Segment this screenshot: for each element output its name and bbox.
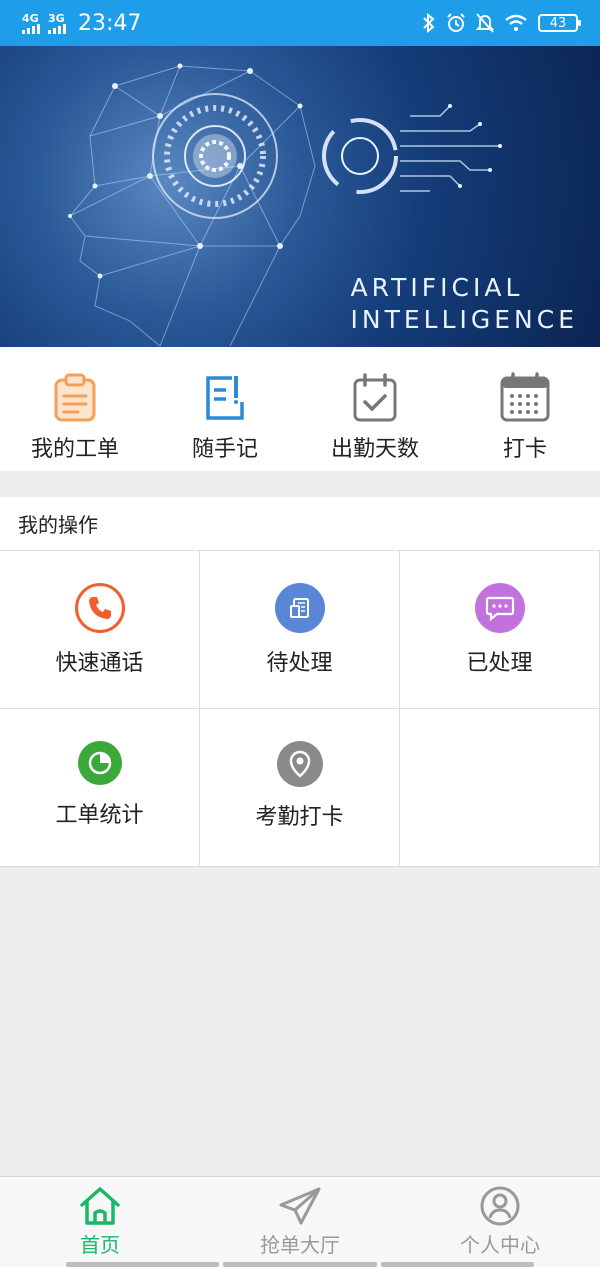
quick-item-notes[interactable]: 随手记 — [150, 347, 300, 471]
operations-grid: 快速通话 待处理 已处理 工单统计 考勤打卡 — [0, 551, 600, 867]
op-order-stats[interactable]: 工单统计 — [0, 709, 200, 867]
banner-caption: ARTIFICIAL INTELLIGENCE — [351, 272, 579, 336]
battery-icon: 43 — [538, 14, 581, 32]
signal-4g-icon: 4G — [22, 13, 40, 34]
quick-item-my-orders[interactable]: 我的工单 — [0, 347, 150, 471]
op-attendance-clock-in[interactable]: 考勤打卡 — [200, 709, 400, 867]
nav-label: 个人中心 — [460, 1233, 540, 1257]
quick-item-label: 出勤天数 — [330, 437, 419, 462]
quick-item-label: 我的工单 — [30, 437, 119, 462]
nav-order-hall[interactable]: 抢单大厅 — [200, 1177, 400, 1267]
quick-menu: 我的工单 随手记 出勤天数 打卡 — [0, 347, 600, 471]
bottom-nav: 首页 抢单大厅 个人中心 — [0, 1176, 600, 1267]
send-icon — [279, 1187, 321, 1225]
op-label: 已处理 — [466, 651, 533, 676]
wifi-icon — [505, 14, 527, 31]
alarm-icon — [447, 13, 465, 32]
op-label: 快速通话 — [55, 651, 144, 676]
note-edit-icon — [199, 371, 251, 423]
mute-notification-icon — [476, 13, 494, 33]
op-pending[interactable]: 待处理 — [200, 551, 400, 709]
calendar-icon — [499, 371, 551, 423]
network-type-1: 4G — [22, 11, 39, 25]
banner[interactable]: ARTIFICIAL INTELLIGENCE — [0, 46, 600, 347]
banner-line-2: INTELLIGENCE — [350, 305, 578, 334]
location-pin-icon — [276, 741, 323, 787]
nav-label: 首页 — [80, 1233, 120, 1257]
gesture-bar — [0, 1262, 600, 1267]
op-label: 工单统计 — [55, 803, 144, 828]
calendar-check-icon — [349, 371, 401, 423]
clock: 23:47 — [78, 10, 142, 36]
op-label: 考勤打卡 — [255, 805, 344, 830]
home-icon — [80, 1187, 120, 1225]
quick-item-attendance-days[interactable]: 出勤天数 — [300, 347, 450, 471]
bluetooth-icon — [423, 13, 435, 33]
quick-item-label: 随手记 — [191, 437, 258, 462]
pie-chart-icon — [77, 741, 122, 785]
nav-home[interactable]: 首页 — [0, 1177, 200, 1267]
battery-level: 43 — [549, 15, 567, 31]
phone-icon — [74, 583, 125, 633]
user-icon — [480, 1186, 520, 1226]
clipboard-icon — [49, 371, 101, 423]
message-icon — [474, 583, 525, 633]
op-processed[interactable]: 已处理 — [400, 551, 600, 709]
status-bar: 4G 3G 23:47 43 — [0, 0, 600, 46]
nav-profile[interactable]: 个人中心 — [400, 1177, 600, 1267]
nav-label: 抢单大厅 — [260, 1233, 340, 1257]
op-label: 待处理 — [266, 651, 333, 676]
quick-item-label: 打卡 — [502, 437, 547, 462]
op-quick-call[interactable]: 快速通话 — [0, 551, 200, 709]
op-empty-slot — [400, 709, 600, 867]
banner-line-1: ARTIFICIAL — [350, 273, 524, 302]
document-icon — [274, 583, 325, 633]
signal-3g-icon: 3G — [48, 13, 66, 34]
section-title: 我的操作 — [0, 497, 600, 551]
network-type-2: 3G — [48, 11, 65, 25]
quick-item-clock-in[interactable]: 打卡 — [450, 347, 600, 471]
